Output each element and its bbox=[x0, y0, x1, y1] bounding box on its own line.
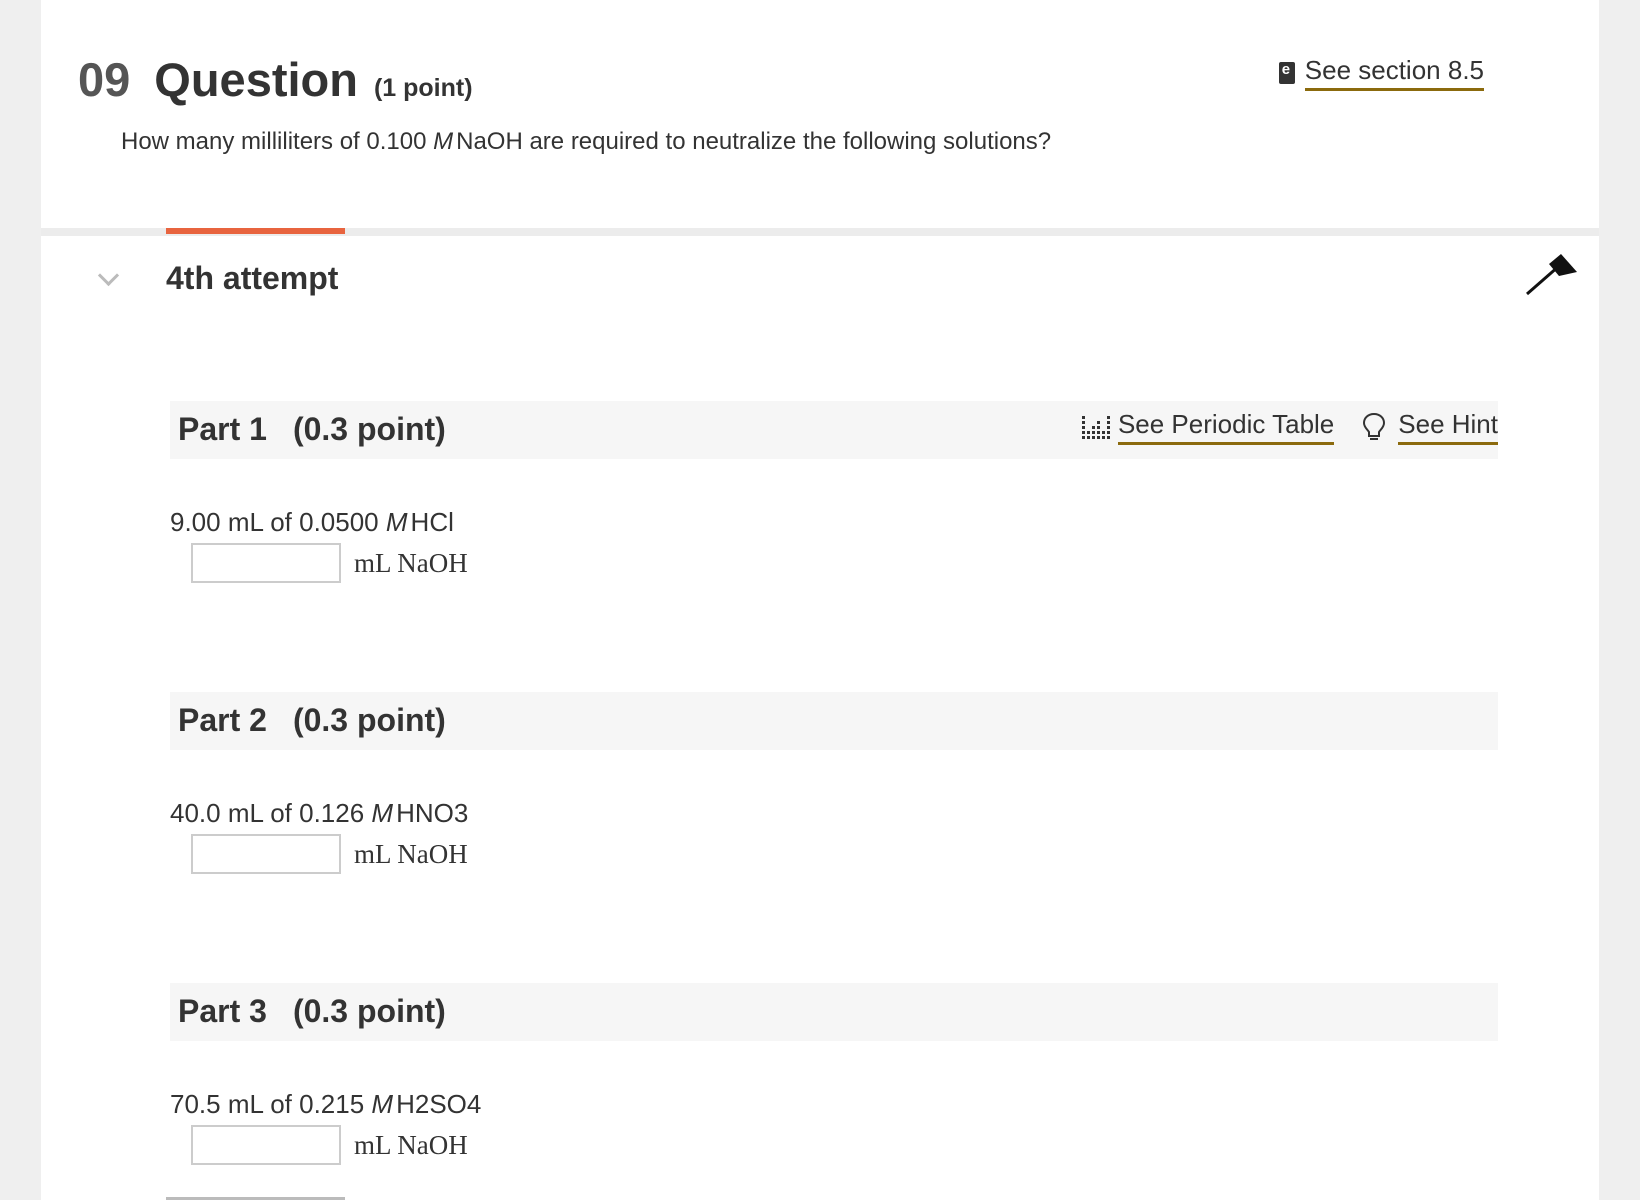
chevron-down-icon[interactable] bbox=[97, 264, 120, 287]
prompt-before: 40.0 mL of 0.126 bbox=[170, 798, 365, 828]
molarity-symbol: M bbox=[371, 798, 394, 828]
part-1: Part 1 (0.3 point) See Periodic Table Se… bbox=[170, 401, 1498, 583]
part-links: See Periodic Table See Hint bbox=[1081, 409, 1498, 445]
part-prompt: 9.00 mL of 0.0500 M HCl bbox=[170, 507, 454, 538]
question-page: 09 Question (1 point) How many millilite… bbox=[41, 0, 1599, 1200]
answer-unit: mL NaOH bbox=[354, 1129, 468, 1160]
part-points: (0.3 point) bbox=[292, 411, 446, 447]
attempt-label[interactable]: 4th attempt bbox=[166, 260, 338, 297]
prompt-compound: HNO3 bbox=[396, 798, 469, 828]
part-header: Part 3 (0.3 point) bbox=[170, 983, 1498, 1041]
answer-input[interactable] bbox=[191, 543, 341, 583]
question-title: 09 Question (1 point) bbox=[78, 52, 473, 107]
part-points: (0.3 point) bbox=[292, 993, 446, 1029]
see-hint-link[interactable]: See Hint bbox=[1398, 409, 1498, 445]
see-periodic-table-link[interactable]: See Periodic Table bbox=[1117, 409, 1335, 445]
answer-row: mL NaOH bbox=[191, 834, 468, 874]
attempt-tab-indicator bbox=[166, 228, 345, 234]
question-points: (1 point) bbox=[373, 74, 473, 102]
see-section-link-group[interactable]: See section 8.5 bbox=[1278, 55, 1484, 91]
part-prompt: 70.5 mL of 0.215 M H2SO4 bbox=[170, 1089, 481, 1120]
part-points: (0.3 point) bbox=[292, 702, 446, 738]
question-text-after: NaOH are required to neutralize the foll… bbox=[456, 128, 1052, 155]
molarity-symbol: M bbox=[371, 1089, 394, 1119]
ebook-icon bbox=[1278, 61, 1295, 84]
question-header: 09 Question (1 point) How many millilite… bbox=[41, 0, 1599, 228]
pin-icon[interactable] bbox=[1525, 254, 1579, 298]
answer-input[interactable] bbox=[191, 834, 341, 874]
prompt-compound: HCl bbox=[410, 507, 454, 537]
question-word: Question bbox=[154, 53, 358, 106]
prompt-before: 9.00 mL of 0.0500 bbox=[170, 507, 379, 537]
molarity-symbol: M bbox=[433, 128, 454, 155]
part-prompt: 40.0 mL of 0.126 M HNO3 bbox=[170, 798, 468, 829]
attempt-row[interactable]: 4th attempt bbox=[41, 236, 1599, 326]
lightbulb-icon bbox=[1363, 412, 1386, 440]
question-text-before: How many milliliters of 0.100 bbox=[121, 128, 427, 155]
question-number: 09 bbox=[78, 53, 131, 106]
part-title: Part 3 (0.3 point) bbox=[178, 993, 446, 1030]
molarity-symbol: M bbox=[385, 507, 408, 537]
answer-input[interactable] bbox=[191, 1125, 341, 1165]
part-title: Part 2 (0.3 point) bbox=[178, 702, 446, 739]
periodic-table-icon bbox=[1081, 416, 1110, 439]
part-label: Part 3 bbox=[178, 993, 267, 1029]
answer-unit: mL NaOH bbox=[354, 547, 468, 578]
part-label: Part 1 bbox=[178, 411, 267, 447]
answer-row: mL NaOH bbox=[191, 1125, 468, 1165]
see-section-link[interactable]: See section 8.5 bbox=[1304, 55, 1484, 91]
part-header: Part 2 (0.3 point) bbox=[170, 692, 1498, 750]
part-3: Part 3 (0.3 point) 70.5 mL of 0.215 M H2SO… bbox=[170, 983, 1498, 1165]
question-text: How many milliliters of 0.100 M NaOH are … bbox=[121, 128, 1051, 156]
part-header: Part 1 (0.3 point) See Periodic Table Se… bbox=[170, 401, 1498, 459]
part-title: Part 1 (0.3 point) bbox=[178, 411, 446, 448]
part-2: Part 2 (0.3 point) 40.0 mL of 0.126 M HNO3… bbox=[170, 692, 1498, 874]
prompt-before: 70.5 mL of 0.215 bbox=[170, 1089, 365, 1119]
part-label: Part 2 bbox=[178, 702, 267, 738]
answer-unit: mL NaOH bbox=[354, 838, 468, 869]
answer-row: mL NaOH bbox=[191, 543, 468, 583]
prompt-compound: H2SO4 bbox=[396, 1089, 482, 1119]
